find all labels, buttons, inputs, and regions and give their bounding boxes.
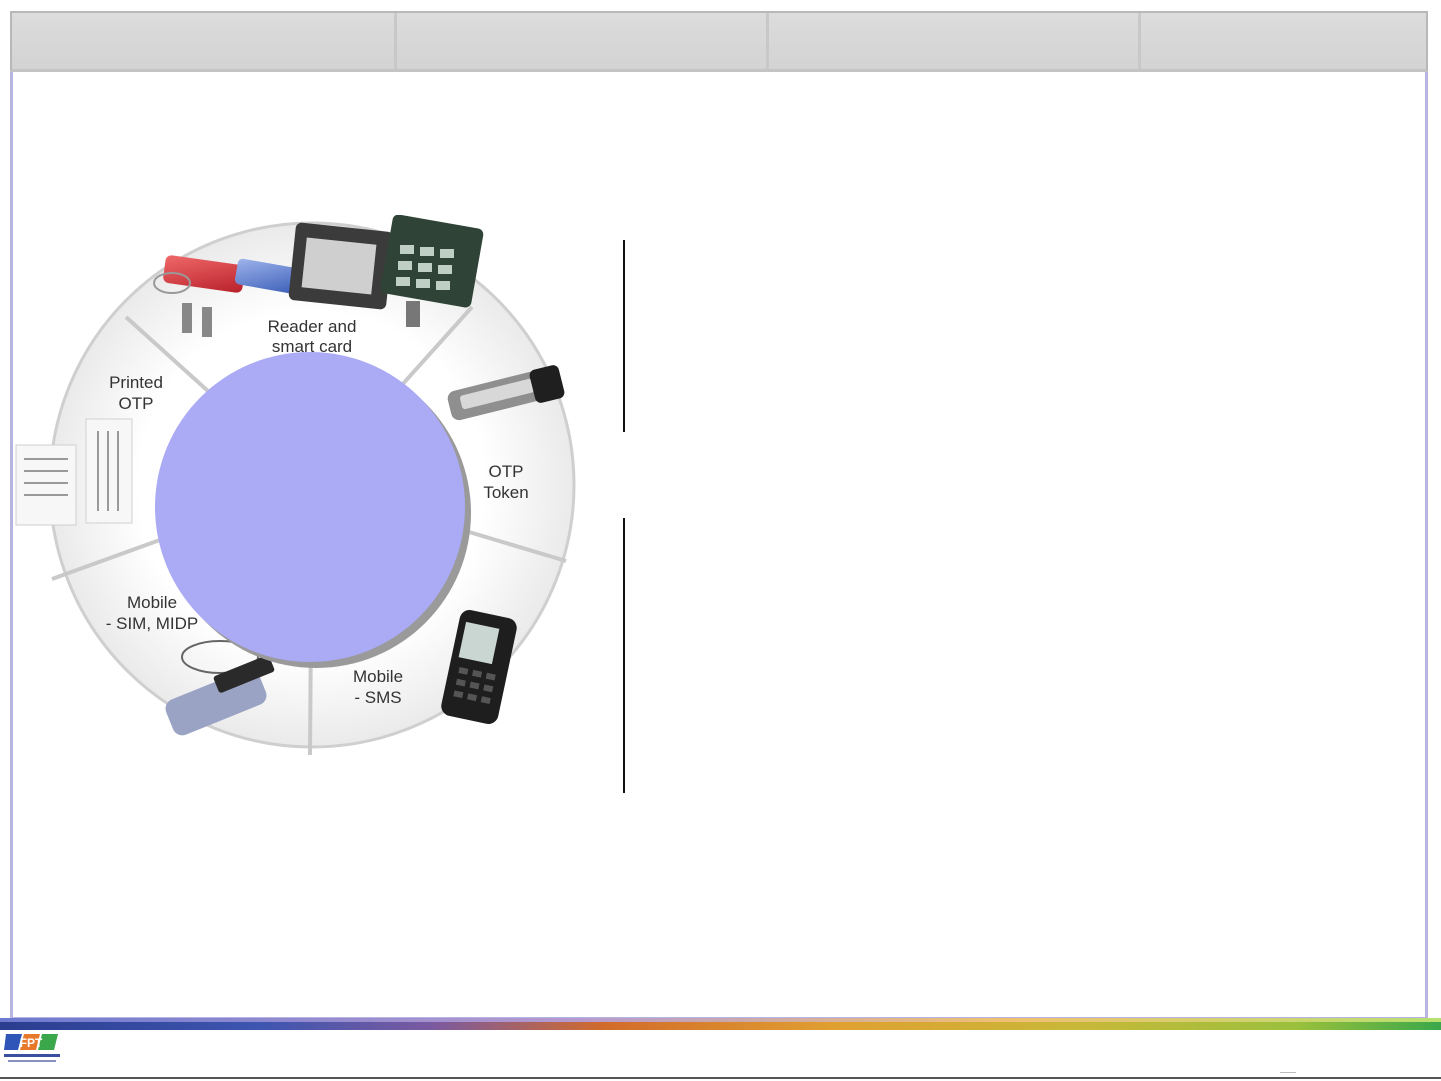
segment-label-mobile-sim-line1: Mobile (127, 593, 177, 612)
header-tab-2[interactable] (397, 13, 769, 69)
segment-label-printed-otp-line1: Printed (109, 373, 163, 392)
company-logo-text: FPT (20, 1036, 43, 1050)
header-tab-bar (10, 11, 1428, 72)
authentication-methods-wheel: Reader and smart card OTP Token Mobile -… (14, 215, 589, 770)
footer-gradient-bar (0, 1018, 1441, 1030)
segment-label-mobile-sms-line1: Mobile (353, 667, 403, 686)
segment-label-otp-token-line1: OTP (489, 462, 524, 481)
segment-label-printed-otp-line2: OTP (119, 394, 154, 413)
wheel-svg: Reader and smart card OTP Token Mobile -… (15, 215, 576, 756)
segment-label-smart-card-line1: Reader and (268, 317, 357, 336)
header-tab-4[interactable] (1141, 13, 1426, 69)
segment-label-mobile-sim-line2: - SIM, MIDP (106, 614, 199, 633)
segment-label-mobile-sms-line2: - SMS (354, 688, 401, 707)
page-marker (1280, 1072, 1296, 1073)
vertical-divider-top (623, 240, 625, 432)
header-tab-3[interactable] (769, 13, 1141, 69)
segment-label-otp-token-line2: Token (483, 483, 528, 502)
center-circle (155, 352, 465, 662)
header-tab-1[interactable] (12, 13, 397, 69)
footer-bottom-line (0, 1077, 1441, 1079)
vertical-divider-bottom (623, 518, 625, 793)
company-logo: FPT (4, 1034, 60, 1062)
